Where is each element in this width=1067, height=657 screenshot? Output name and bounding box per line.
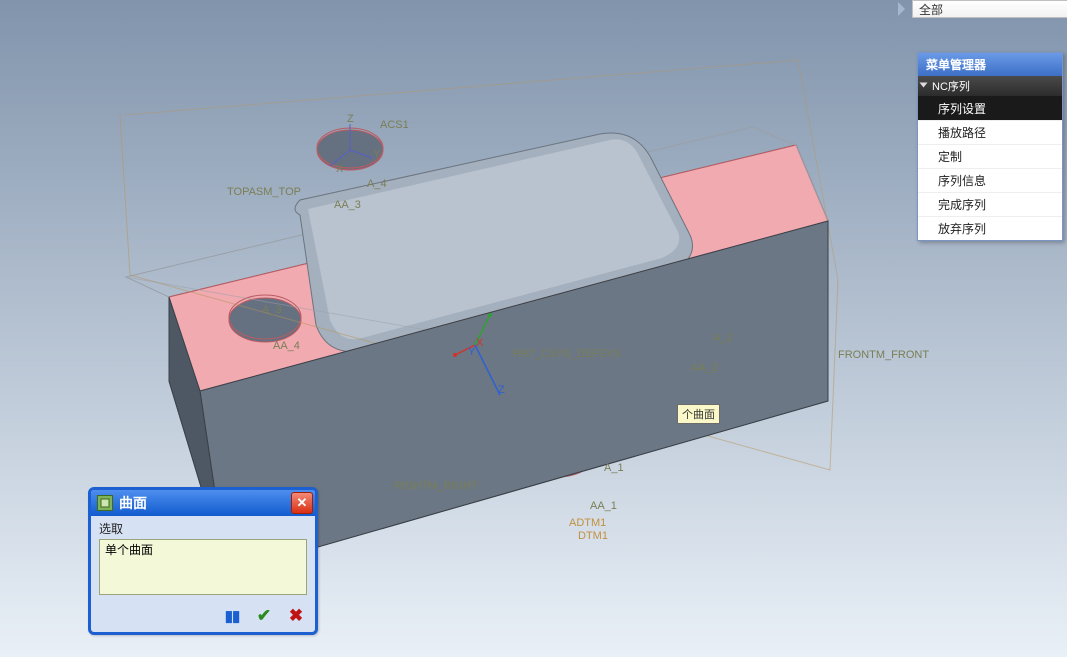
menu-item-sequence-info[interactable]: 序列信息 <box>918 168 1062 192</box>
surface-dialog-title-text: 曲面 <box>119 493 147 513</box>
menu-item-play-path[interactable]: 播放路径 <box>918 120 1062 144</box>
menu-item-sequence-setup[interactable]: 序列设置 <box>918 96 1062 120</box>
ok-button[interactable]: ✔ <box>253 606 275 626</box>
menu-item-done-sequence[interactable]: 完成序列 <box>918 192 1062 216</box>
surface-select-dialog: 曲面 ✕ 选取 ▮▮ ✔ ✖ <box>88 487 318 635</box>
menu-item-quit-sequence[interactable]: 放弃序列 <box>918 216 1062 240</box>
menu-item-customize[interactable]: 定制 <box>918 144 1062 168</box>
menu-section-nc-sequence[interactable]: NC序列 <box>918 76 1062 96</box>
menu-manager-panel: 菜单管理器 NC序列 序列设置 播放路径 定制 序列信息 完成序列 放弃序列 <box>917 52 1063 241</box>
menu-manager-title: 菜单管理器 <box>918 53 1062 76</box>
select-label: 选取 <box>99 520 307 537</box>
surface-selection-list[interactable] <box>99 539 307 595</box>
cancel-button[interactable]: ✖ <box>285 606 307 626</box>
close-icon[interactable]: ✕ <box>291 492 313 514</box>
surface-dialog-titlebar[interactable]: 曲面 ✕ <box>91 490 315 516</box>
hover-tooltip: 个曲面 <box>677 404 720 424</box>
cad-viewport[interactable]: 全部 <box>0 0 1067 657</box>
surface-dialog-icon <box>97 495 113 511</box>
pause-button[interactable]: ▮▮ <box>221 606 243 626</box>
